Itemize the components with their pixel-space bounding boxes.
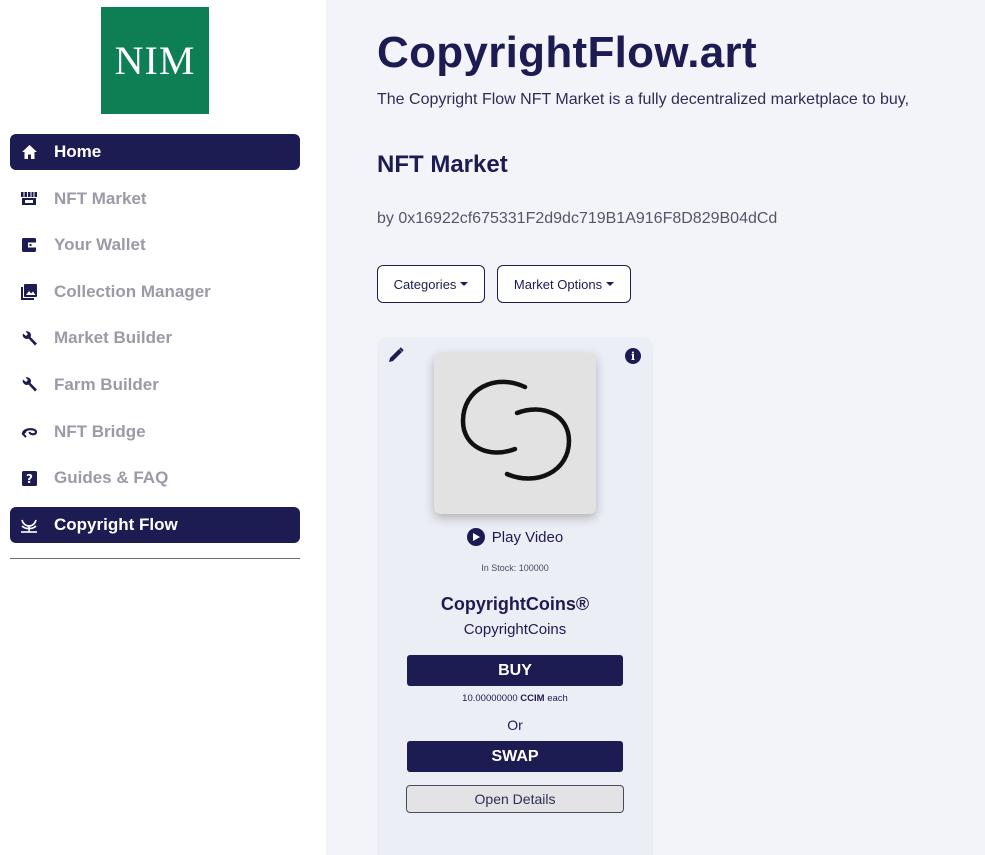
home-icon [20,143,38,161]
bridge-icon [20,423,38,441]
info-icon[interactable]: i [625,348,641,364]
pencil-icon[interactable] [388,347,404,368]
sidebar: NIM Home NFT Market Your Wallet Collecti… [0,0,326,855]
logo-text: NIM [114,38,196,83]
play-video-label: Play Video [491,528,564,546]
nft-collection: CopyrightCoins [463,621,567,638]
wrench-icon [20,376,38,394]
sidebar-item-your-wallet[interactable]: Your Wallet [10,227,300,263]
nft-card: i Play Video In Stock: 100000 CopyrightC… [377,337,653,855]
market-options-dropdown-label: Market Options [513,276,603,292]
sidebar-item-label: Market Builder [54,328,173,348]
main-content: CopyrightFlow.art The Copyright Flow NFT… [326,0,985,855]
nft-thumbnail[interactable] [434,353,596,514]
sidebar-item-nft-market[interactable]: NFT Market [10,181,300,217]
sidebar-item-label: Copyright Flow [54,514,178,534]
copyright-coins-logo [460,379,572,481]
stock-count: In Stock: 100000 [481,563,549,573]
categories-dropdown-label: Categories [393,276,457,292]
owner-address: by 0x16922cf675331F2d9dc719B1A916F8D829B… [377,210,778,227]
sprout-icon [20,516,38,534]
sidebar-nav: Home NFT Market Your Wallet Collection M… [10,134,300,553]
image-collection-icon [20,283,38,301]
sidebar-item-collection-manager[interactable]: Collection Manager [10,274,300,310]
price-amount: 10.00000000 [462,693,518,704]
or-separator: Or [507,717,523,733]
open-details-button[interactable]: Open Details [406,785,624,813]
wallet-icon [20,236,38,254]
sidebar-item-farm-builder[interactable]: Farm Builder [10,367,300,403]
sidebar-item-copyright-flow[interactable]: Copyright Flow [10,506,300,543]
page-description: The Copyright Flow NFT Market is a fully… [377,91,910,108]
price-suffix: each [547,693,568,704]
nim-logo[interactable]: NIM [101,7,209,114]
categories-dropdown[interactable]: Categories [377,265,485,303]
sidebar-item-market-builder[interactable]: Market Builder [10,320,300,356]
caret-down-icon [460,282,469,286]
question-icon: ? [20,469,38,487]
price-unit: CCIM [520,693,545,704]
sidebar-item-label: NFT Market [54,188,147,208]
sidebar-divider [10,558,300,559]
sidebar-item-label: Collection Manager [54,281,211,301]
play-icon [466,528,485,546]
swap-button[interactable]: SWAP [407,741,623,772]
buy-button[interactable]: BUY [407,655,623,686]
svg-text:?: ? [26,472,33,486]
sidebar-item-label: Your Wallet [54,235,146,255]
market-options-dropdown[interactable]: Market Options [497,265,631,303]
page-title: CopyrightFlow.art [377,28,757,77]
section-title: NFT Market [377,151,508,178]
sidebar-item-guides-faq[interactable]: ? Guides & FAQ [10,460,300,496]
store-icon [20,190,38,208]
price-label: 10.00000000 CCIM each [377,693,653,704]
sidebar-item-nft-bridge[interactable]: NFT Bridge [10,414,300,450]
play-video-link[interactable]: Play Video [377,528,653,546]
wrench-icon [20,329,38,347]
nft-name: CopyrightCoins® [440,594,590,614]
sidebar-item-label: NFT Bridge [54,421,146,441]
sidebar-item-home[interactable]: Home [10,134,300,170]
sidebar-item-label: Home [54,142,102,161]
sidebar-item-label: Guides & FAQ [54,468,169,488]
caret-down-icon [606,282,615,286]
sidebar-item-label: Farm Builder [54,374,159,394]
